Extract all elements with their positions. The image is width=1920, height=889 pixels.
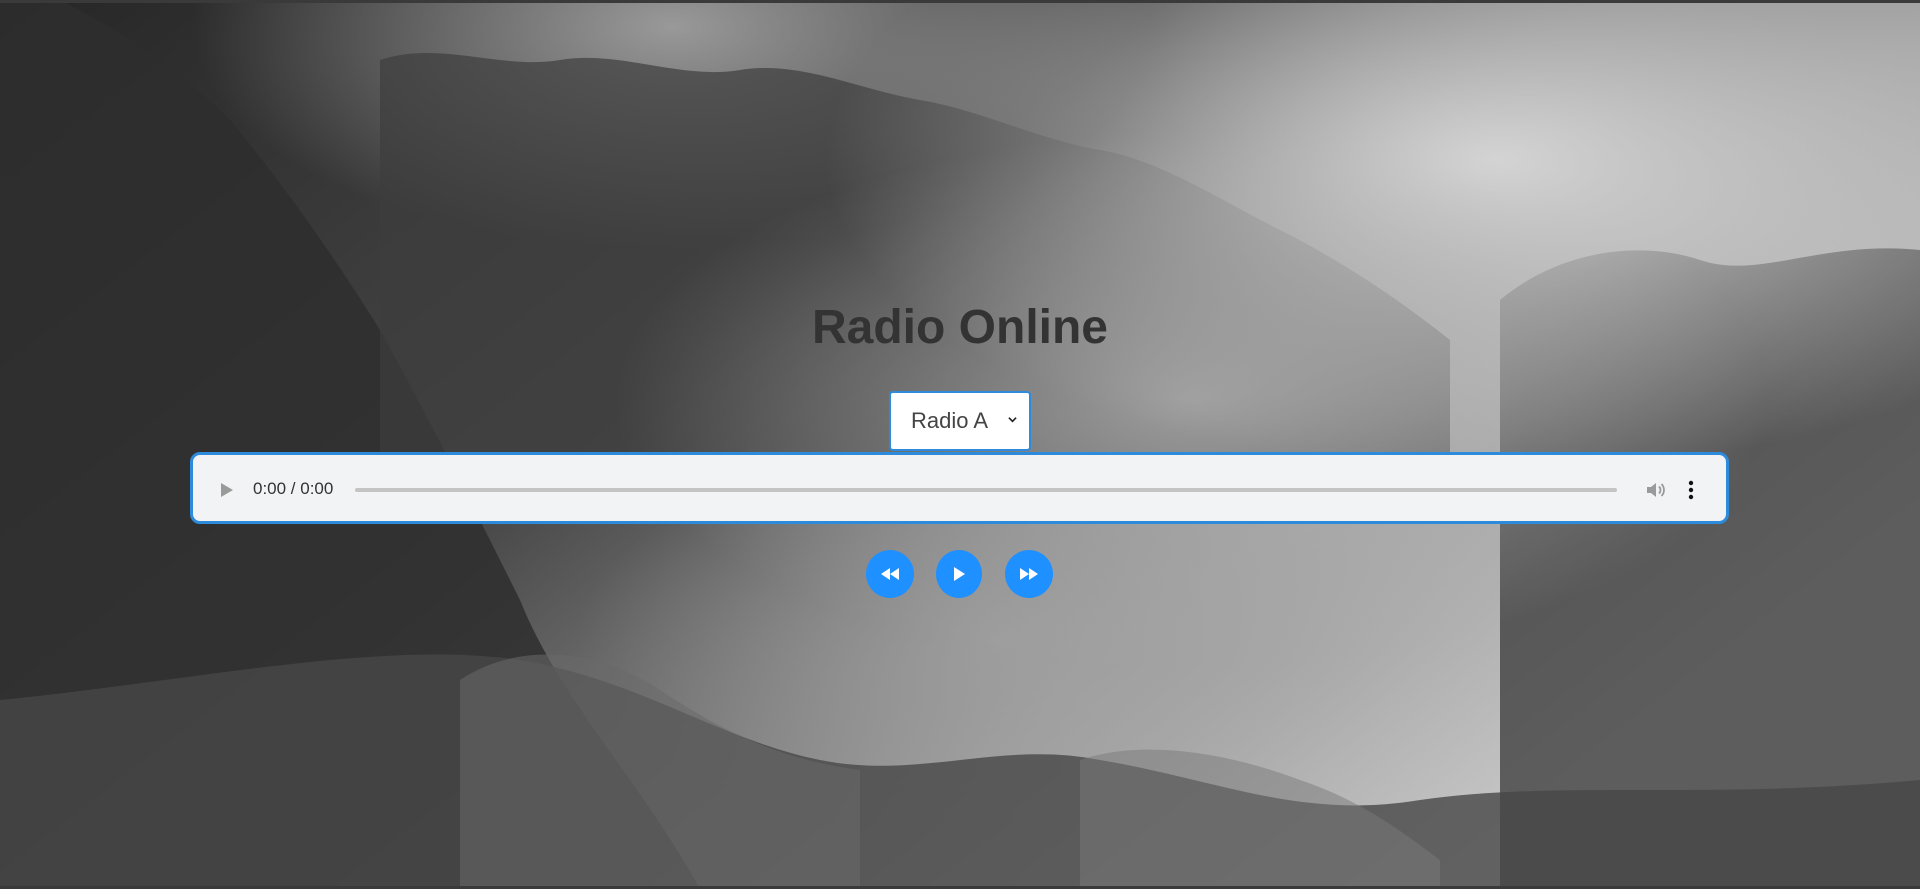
audio-time: 0:00 / 0:00 [253, 479, 334, 498]
more-options-icon[interactable] [1687, 479, 1695, 501]
rewind-button[interactable] [866, 550, 914, 598]
audio-player[interactable]: 0:00 / 0:00 [190, 452, 1729, 524]
play-icon [954, 567, 965, 581]
rewind-icon [881, 568, 899, 580]
station-select[interactable]: Radio A [889, 391, 1031, 451]
play-button[interactable] [936, 550, 982, 598]
top-border [0, 0, 1920, 3]
fast-forward-icon [1020, 568, 1038, 580]
chevron-down-icon [1008, 417, 1017, 423]
audio-progress-bar[interactable] [355, 488, 1617, 492]
page: Radio Online Radio A 0:00 / 0:00 [0, 0, 1920, 889]
station-select-value: Radio A [911, 408, 989, 433]
fast-forward-button[interactable] [1005, 550, 1053, 598]
page-title: Radio Online [811, 301, 1108, 354]
volume-icon[interactable] [1645, 479, 1667, 501]
audio-play-icon[interactable] [220, 482, 234, 498]
